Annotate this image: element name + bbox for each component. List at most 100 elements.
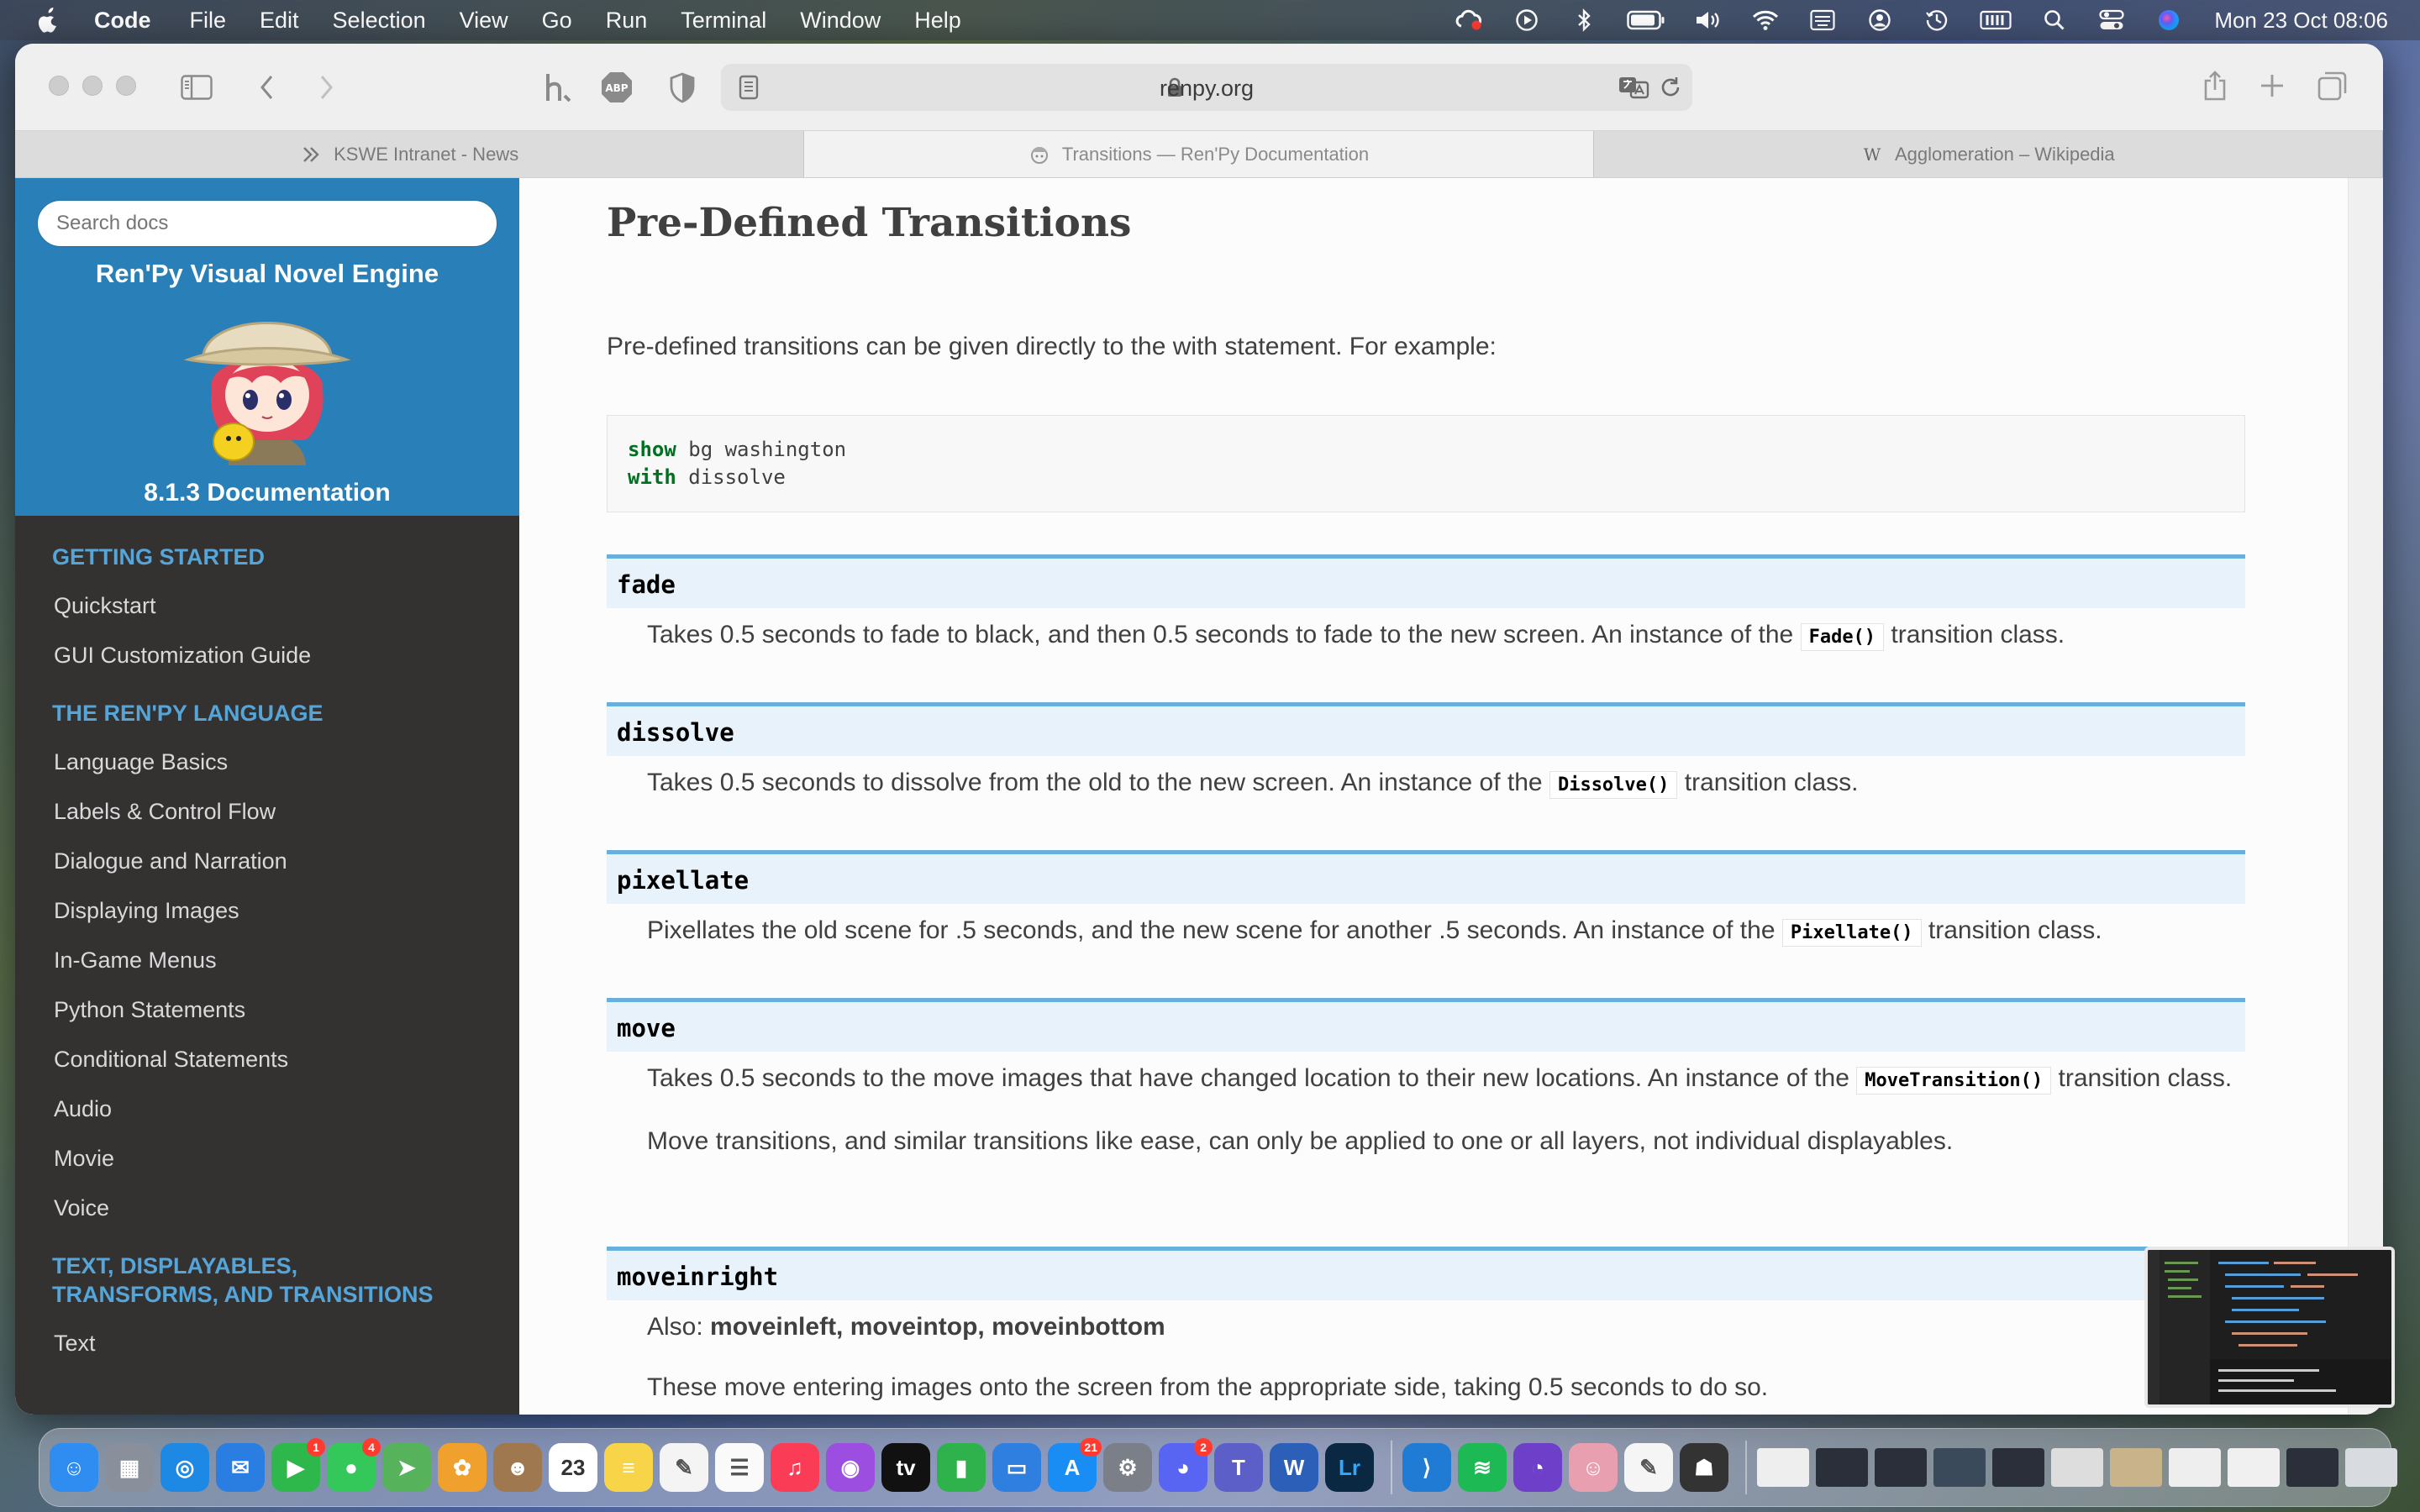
share-icon[interactable] [2198,67,2232,104]
nav-link-quickstart[interactable]: Quickstart [15,581,519,631]
menu-run[interactable]: Run [606,8,648,34]
trash-icon[interactable] [2345,1448,2397,1487]
tab-overview-icon[interactable] [2316,69,2349,102]
music-icon[interactable]: ♫ [771,1443,819,1492]
keynote-icon[interactable]: ▭ [992,1443,1041,1492]
menu-view[interactable]: View [460,8,508,34]
page-scrollbar[interactable] [2348,178,2383,1415]
contacts-icon[interactable]: ☻ [493,1443,542,1492]
finder-icon[interactable]: ☺ [50,1443,98,1492]
forward-icon[interactable] [309,72,343,102]
reload-icon[interactable] [1655,74,1686,101]
lightroom-icon[interactable]: Lr [1325,1443,1374,1492]
window-close-button[interactable] [49,76,69,96]
class-reference[interactable]: Pixellate() [1781,919,1922,947]
menu-selection[interactable]: Selection [333,8,426,34]
nav-link-conditional-statements[interactable]: Conditional Statements [15,1035,519,1084]
safari-icon[interactable]: ◎ [160,1443,209,1492]
app-store-icon[interactable]: A 21 [1048,1438,1102,1492]
minimized-window-icon[interactable] [2169,1448,2221,1487]
messages-icon[interactable]: ● 4 [327,1438,381,1492]
renpy-app-icon[interactable]: ☺ [1569,1443,1618,1492]
menu-help[interactable]: Help [914,8,961,34]
back-icon[interactable] [250,72,284,102]
menubar-clock[interactable]: Mon 23 Oct 08:06 [2214,8,2388,34]
teams-icon[interactable]: T [1214,1443,1263,1492]
search-docs-input[interactable] [37,200,497,247]
bluetooth-icon[interactable] [1569,8,1599,32]
facetime-icon[interactable]: ▶ 1 [271,1438,325,1492]
new-tab-icon[interactable] [2255,69,2289,102]
maps-icon[interactable]: ➤ [382,1443,431,1492]
podcasts-icon[interactable]: ◉ [826,1443,875,1492]
nav-link-text[interactable]: Text [15,1319,519,1368]
privacy-shield-icon[interactable] [664,69,701,106]
menu-go[interactable]: Go [542,8,572,34]
keyboard-input-icon[interactable] [1807,8,1838,32]
minimized-window-icon[interactable] [1816,1448,1868,1487]
apple-menu-icon[interactable] [35,6,60,34]
project-name[interactable]: Ren'Py Visual Novel Engine [15,259,519,289]
clock-history-icon[interactable] [1922,8,1952,32]
menu-terminal[interactable]: Terminal [681,8,766,34]
vscode-icon[interactable]: ⟩ [1402,1443,1451,1492]
creative-cloud-icon[interactable] [1455,8,1485,32]
destinys-reminder-icon[interactable]: ☗ [1680,1443,1728,1492]
minimized-window-icon[interactable] [2051,1448,2103,1487]
play-icon[interactable] [1512,8,1542,32]
vscode-window-thumbnail[interactable] [2144,1247,2395,1408]
minimized-window-icon[interactable] [2286,1448,2338,1487]
window-minimize-button[interactable] [82,76,103,96]
nav-link-dialogue-narration[interactable]: Dialogue and Narration [15,837,519,886]
adblock-plus-icon[interactable]: ABP [598,69,635,106]
nav-link-movie[interactable]: Movie [15,1134,519,1184]
photos-icon[interactable]: ✿ [438,1443,487,1492]
tab-wikipedia[interactable]: W Agglomeration – Wikipedia [1594,131,2383,177]
nav-link-language-basics[interactable]: Language Basics [15,738,519,787]
class-reference[interactable]: Dissolve() [1549,771,1678,799]
menu-app-name[interactable]: Code [94,8,151,34]
calendar-icon[interactable]: 23 [549,1443,597,1492]
launchpad-icon[interactable]: ▦ [105,1443,154,1492]
extension-hypothesis-icon[interactable] [539,69,576,106]
nav-link-audio[interactable]: Audio [15,1084,519,1134]
github-desktop-icon[interactable]: ◔ [1513,1443,1562,1492]
sidebar-toggle-icon[interactable] [178,71,215,104]
nav-link-python-statements[interactable]: Python Statements [15,985,519,1035]
numbers-icon[interactable]: ▮ [937,1443,986,1492]
address-bar[interactable]: renpy.org [721,64,1692,111]
nav-link-labels-control-flow[interactable]: Labels & Control Flow [15,787,519,837]
wifi-icon[interactable] [1750,8,1781,32]
minimized-window-icon[interactable] [2228,1448,2280,1487]
tab-kswe-intranet[interactable]: KSWE Intranet - News [15,131,805,177]
window-zoom-button[interactable] [116,76,136,96]
reminders-icon[interactable]: ☰ [715,1443,764,1492]
discord-icon[interactable]: ◕ 2 [1159,1438,1213,1492]
tab-renpy-transitions[interactable]: Transitions — Ren'Py Documentation [804,131,1594,177]
class-reference[interactable]: Fade() [1800,623,1885,651]
nav-link-in-game-menus[interactable]: In-Game Menus [15,936,519,985]
translate-icon[interactable] [1617,74,1650,101]
word-icon[interactable]: W [1270,1443,1318,1492]
minimized-window-icon[interactable] [1933,1448,1986,1487]
nav-link-gui-customization[interactable]: GUI Customization Guide [15,631,519,680]
spotlight-search-icon[interactable] [2039,8,2070,32]
system-settings-icon[interactable]: ⚙ [1103,1443,1152,1492]
minimized-window-icon[interactable] [1992,1448,2044,1487]
minimized-window-icon[interactable] [2110,1448,2162,1487]
notes-icon[interactable]: ≡ [604,1443,653,1492]
renpy-mascot-logo[interactable] [178,289,356,465]
control-center-icon[interactable] [2096,8,2127,32]
battery-icon[interactable] [1626,8,1666,32]
minimized-document-icon[interactable] [1757,1448,1809,1487]
spotify-icon[interactable]: ≋ [1458,1443,1507,1492]
siri-icon[interactable] [2154,8,2184,32]
nav-link-voice[interactable]: Voice [15,1184,519,1233]
user-icon[interactable] [1865,8,1895,32]
volume-icon[interactable] [1693,8,1723,32]
class-reference[interactable]: MoveTransition() [1856,1067,2052,1095]
nav-link-displaying-images[interactable]: Displaying Images [15,886,519,936]
textedit-icon[interactable]: ✎ [1624,1443,1673,1492]
menu-file[interactable]: File [190,8,227,34]
minimized-window-icon[interactable] [1875,1448,1927,1487]
